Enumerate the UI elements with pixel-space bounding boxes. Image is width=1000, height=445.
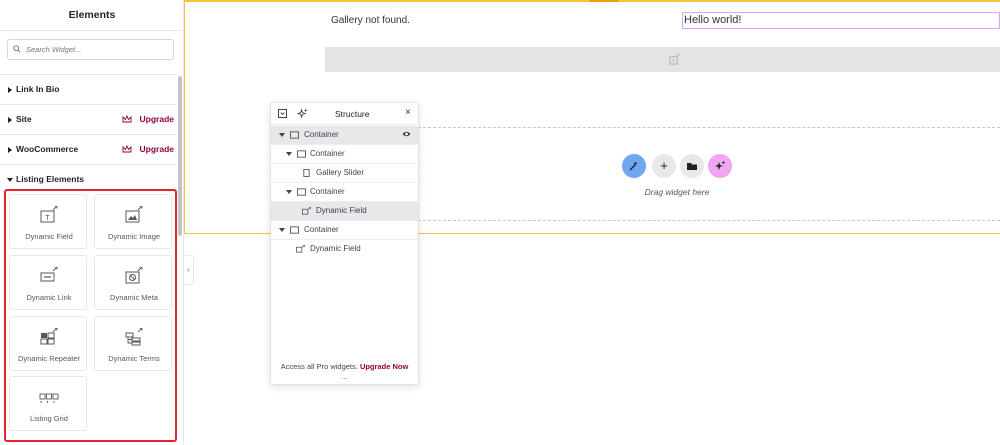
plus-icon: + bbox=[660, 158, 668, 173]
drop-area-border-top bbox=[418, 127, 1000, 128]
ai-sparkle-icon[interactable] bbox=[297, 108, 308, 119]
collapse-sidebar-button[interactable]: ‹ bbox=[184, 255, 194, 285]
dynamic-field-icon bbox=[296, 245, 305, 253]
upgrade-link[interactable]: Upgrade bbox=[140, 144, 174, 154]
category-link-in-bio[interactable]: Link In Bio bbox=[0, 74, 176, 104]
structure-row-container[interactable]: Container bbox=[271, 183, 418, 202]
navigator-icon[interactable] bbox=[278, 109, 287, 118]
caret-down-icon bbox=[7, 178, 13, 182]
svg-text:T: T bbox=[671, 59, 675, 65]
row-label: Container bbox=[304, 130, 339, 139]
structure-row-container[interactable]: Container bbox=[271, 145, 418, 164]
section-handle[interactable] bbox=[589, 0, 619, 2]
drag-widget-hint: Drag widget here bbox=[644, 187, 710, 197]
ai-sparkle-button[interactable] bbox=[708, 154, 732, 178]
structure-row-gallery-slider[interactable]: Gallery Slider bbox=[271, 164, 418, 183]
gallery-not-found-text: Gallery not found. bbox=[331, 15, 410, 26]
sidebar-scrollbar[interactable] bbox=[178, 76, 182, 236]
structure-row-container[interactable]: Container bbox=[271, 221, 418, 240]
structure-panel[interactable]: Structure × Container Container Gallery … bbox=[270, 102, 419, 385]
dynamic-field-placeholder[interactable]: T bbox=[325, 47, 1000, 72]
caret-down-icon[interactable] bbox=[286, 152, 292, 156]
promo-text: Access all Pro widgets. bbox=[280, 362, 358, 371]
structure-title: Structure bbox=[335, 109, 370, 119]
drop-area-border-bottom bbox=[418, 220, 1000, 221]
row-label: Dynamic Field bbox=[310, 244, 361, 253]
search-placeholder: Search Widget... bbox=[26, 45, 82, 54]
close-icon[interactable]: × bbox=[405, 107, 411, 118]
add-element-button[interactable]: + bbox=[652, 154, 676, 178]
sidebar-title: Elements bbox=[0, 0, 184, 31]
container-icon bbox=[297, 188, 306, 196]
row-label: Container bbox=[310, 187, 345, 196]
caret-down-icon[interactable] bbox=[279, 133, 285, 137]
container-icon bbox=[290, 131, 299, 139]
dynamic-field-icon: T bbox=[669, 54, 680, 65]
category-label: Site bbox=[16, 114, 32, 124]
crown-icon bbox=[122, 115, 132, 123]
pro-widgets-promo: Access all Pro widgets. Upgrade Now bbox=[271, 362, 418, 371]
search-icon bbox=[13, 45, 21, 53]
structure-row-dynamic-field[interactable]: Dynamic Field bbox=[271, 202, 418, 221]
row-label: Container bbox=[310, 149, 345, 158]
eye-icon[interactable] bbox=[402, 130, 411, 138]
upgrade-now-link[interactable]: Upgrade Now bbox=[360, 362, 408, 371]
caret-right-icon bbox=[8, 117, 12, 123]
ai-magic-button[interactable] bbox=[622, 154, 646, 178]
hello-world-text[interactable]: Hello world! bbox=[682, 12, 1000, 29]
gallery-slider-icon bbox=[303, 169, 310, 177]
sparkle-icon bbox=[715, 160, 726, 170]
caret-right-icon bbox=[8, 87, 12, 93]
caret-down-icon[interactable] bbox=[279, 228, 285, 232]
structure-row-dynamic-field[interactable]: Dynamic Field bbox=[271, 240, 418, 259]
row-label: Dynamic Field bbox=[316, 206, 367, 215]
magic-wand-icon bbox=[629, 161, 638, 171]
category-label: Listing Elements bbox=[16, 174, 85, 184]
dynamic-field-icon bbox=[302, 207, 311, 215]
category-label: Link In Bio bbox=[16, 84, 60, 94]
search-widget-input[interactable]: Search Widget... bbox=[7, 39, 174, 60]
highlight-box bbox=[4, 189, 177, 442]
row-label: Container bbox=[304, 225, 339, 234]
crown-icon bbox=[122, 145, 132, 153]
caret-down-icon[interactable] bbox=[286, 190, 292, 194]
row-label: Gallery Slider bbox=[316, 168, 365, 177]
structure-header[interactable]: Structure × bbox=[271, 103, 418, 125]
elements-sidebar: Elements Search Widget... Link In Bio Si… bbox=[0, 0, 184, 445]
container-icon bbox=[297, 150, 306, 158]
upgrade-link[interactable]: Upgrade bbox=[140, 114, 174, 124]
category-site[interactable]: Site Upgrade bbox=[0, 104, 176, 134]
add-template-button[interactable] bbox=[680, 154, 704, 178]
caret-right-icon bbox=[8, 147, 12, 153]
category-woocommerce[interactable]: WooCommerce Upgrade bbox=[0, 134, 176, 164]
container-icon bbox=[290, 226, 299, 234]
structure-row-container[interactable]: Container bbox=[271, 126, 418, 145]
editor-window: Elements Search Widget... Link In Bio Si… bbox=[0, 0, 1000, 445]
folder-icon bbox=[687, 163, 697, 170]
category-label: WooCommerce bbox=[16, 144, 79, 154]
resize-handle[interactable]: ... bbox=[271, 373, 418, 381]
